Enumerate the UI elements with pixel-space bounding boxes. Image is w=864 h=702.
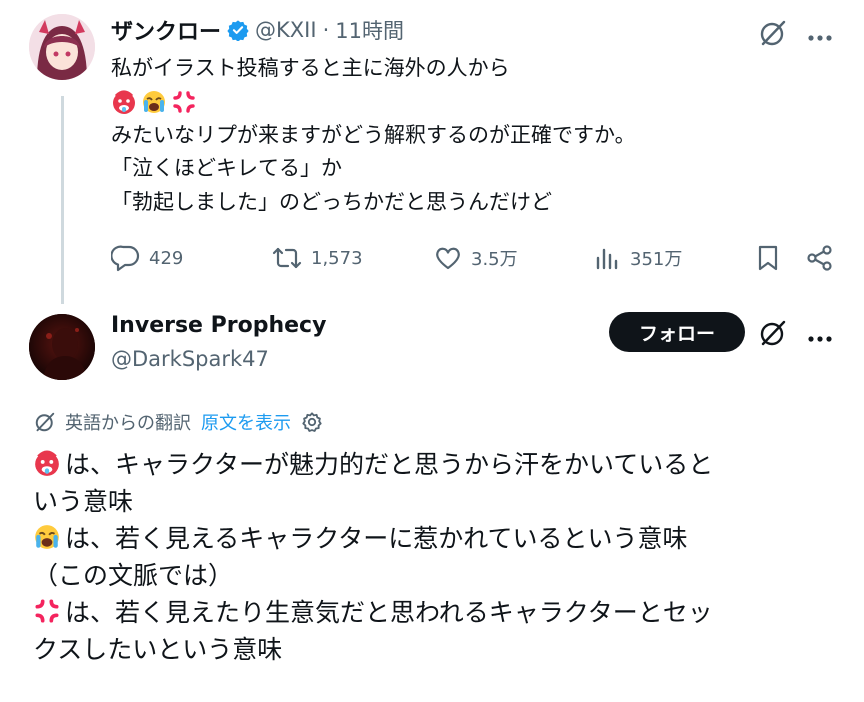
tweet-line: 「勃起しました」のどっちかだと思うんだけど xyxy=(111,189,552,214)
reply-count: 429 xyxy=(149,247,184,269)
thread-line xyxy=(61,96,64,304)
timestamp[interactable]: 11時間 xyxy=(335,15,404,45)
reply-line: は、若く見えたり生意気だと思われるキャラクターとセッ xyxy=(33,594,833,631)
views-button[interactable]: 351万 xyxy=(594,244,682,272)
grok-icon[interactable] xyxy=(757,317,789,353)
tweet-body: 私がイラスト投稿すると主に海外の人から みたいなリプが来ますがどう解釈するのが正… xyxy=(111,52,636,219)
tweet-line: 私がイラスト投稿すると主に海外の人から xyxy=(111,56,510,80)
hot-face-emoji-icon xyxy=(111,89,137,115)
tweet-line: 「泣くほどキレてる」か xyxy=(111,156,342,180)
translation-label: 英語からの翻訳 xyxy=(65,413,191,434)
verified-badge-icon xyxy=(227,19,249,41)
crying-face-emoji-icon xyxy=(141,89,167,115)
reply-line: は、若く見えるキャラクターに惹かれているという意味 xyxy=(33,520,833,557)
reply-text-line: は、若く見えたり生意気だと思われるキャラクターとセッ xyxy=(65,598,713,627)
more-options-icon[interactable] xyxy=(807,328,833,347)
repost-count: 1,573 xyxy=(311,247,363,269)
like-button[interactable]: 3.5万 xyxy=(433,244,518,272)
crying-face-emoji-icon xyxy=(35,525,59,549)
bookmark-icon[interactable] xyxy=(755,244,781,276)
hot-face-emoji-icon xyxy=(35,450,59,476)
repost-icon xyxy=(272,247,302,269)
reply-icon xyxy=(111,245,140,272)
avatar-zankuro[interactable] xyxy=(29,14,95,80)
display-name[interactable]: ザンクロー xyxy=(111,14,221,46)
anger-symbol-emoji-icon xyxy=(171,89,197,115)
grok-icon[interactable] xyxy=(757,17,789,53)
reply-button[interactable]: 429 xyxy=(111,244,183,272)
share-icon[interactable] xyxy=(806,244,834,276)
avatar-inverse-prophecy[interactable] xyxy=(29,314,95,380)
reply-line: は、キャラクターが魅力的だと思うから汗をかいていると xyxy=(33,446,833,483)
reply-text-line: （この文脈では） xyxy=(33,561,234,590)
follow-button[interactable]: フォロー xyxy=(609,312,745,352)
settings-gear-icon[interactable] xyxy=(301,411,323,433)
reply-text-line: は、若く見えるキャラクターに惹かれているという意味 xyxy=(65,524,688,553)
show-original-link[interactable]: 原文を表示 xyxy=(201,409,291,435)
tweet-header: ザンクロー @KXII · 11時間 xyxy=(111,14,404,46)
reply-handle[interactable]: @DarkSpark47 xyxy=(111,347,269,371)
reply-display-name[interactable]: Inverse Prophecy xyxy=(111,313,326,338)
reply-text-line: は、キャラクターが魅力的だと思うから汗をかいていると xyxy=(65,450,714,479)
separator-dot: · xyxy=(322,18,330,42)
handle[interactable]: @KXII xyxy=(255,18,317,42)
heart-icon xyxy=(436,247,460,270)
reply-text-line: いう意味 xyxy=(33,487,134,516)
repost-button[interactable]: 1,573 xyxy=(271,244,363,272)
more-options-icon[interactable] xyxy=(807,27,833,46)
reply-body: は、キャラクターが魅力的だと思うから汗をかいていると いう意味 は、若く見えるキ… xyxy=(33,446,833,668)
tweet-line: みたいなリプが来ますがどう解釈するのが正確ですか。 xyxy=(111,122,636,147)
emoji-row xyxy=(111,86,636,119)
views-chart-icon xyxy=(596,248,618,270)
like-count: 3.5万 xyxy=(471,249,518,270)
anger-symbol-emoji-icon xyxy=(35,599,59,623)
reply-text-line: クスしたいという意味 xyxy=(33,635,283,664)
views-count: 351万 xyxy=(630,249,683,270)
translate-icon xyxy=(33,410,57,434)
translation-bar: 英語からの翻訳 原文を表示 xyxy=(33,409,323,435)
